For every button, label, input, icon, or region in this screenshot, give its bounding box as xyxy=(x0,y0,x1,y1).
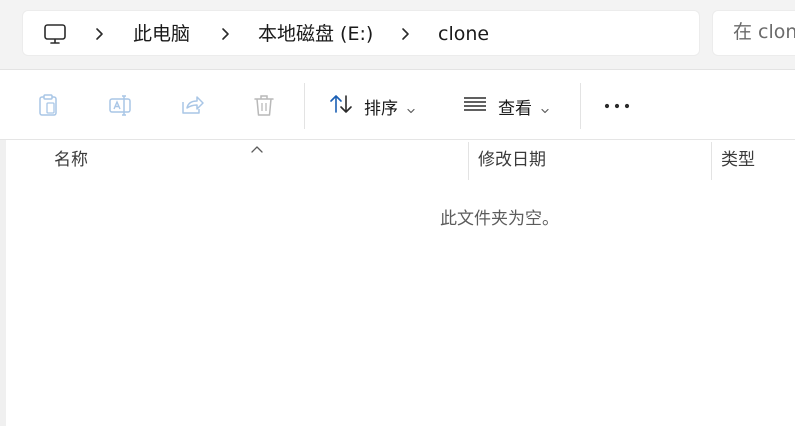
search-box[interactable] xyxy=(712,10,795,56)
sort-icon xyxy=(328,91,354,122)
chevron-right-icon[interactable] xyxy=(93,26,107,42)
delete-icon[interactable] xyxy=(251,92,277,118)
monitor-icon[interactable] xyxy=(42,21,68,47)
view-button[interactable]: 查看 xyxy=(462,84,550,128)
search-input[interactable] xyxy=(733,21,795,43)
command-separator xyxy=(580,83,581,129)
column-header-modified[interactable]: 修改日期 xyxy=(478,140,546,180)
breadcrumb-local-disk[interactable]: 本地磁盘 (E:) xyxy=(258,22,373,46)
breadcrumb-this-pc[interactable]: 此电脑 xyxy=(133,22,190,46)
chevron-right-icon[interactable] xyxy=(399,26,413,42)
command-separator xyxy=(304,83,305,129)
chevron-down-icon xyxy=(540,101,550,114)
command-bar: 排序 查看 xyxy=(0,70,795,140)
empty-folder-message: 此文件夹为空。 xyxy=(440,209,559,229)
column-header-type[interactable]: 类型 xyxy=(721,140,755,180)
sort-button[interactable]: 排序 xyxy=(328,84,416,128)
paste-icon[interactable] xyxy=(35,92,61,118)
column-separator[interactable] xyxy=(711,142,712,180)
view-list-icon xyxy=(462,91,488,122)
column-separator[interactable] xyxy=(468,142,469,180)
more-dots-icon[interactable] xyxy=(600,94,634,118)
file-list: 名称 修改日期 类型 此文件夹为空。 xyxy=(0,140,795,426)
share-icon[interactable] xyxy=(179,92,205,118)
view-label: 查看 xyxy=(498,98,532,119)
rename-icon[interactable] xyxy=(107,92,133,118)
chevron-down-icon xyxy=(406,101,416,114)
sort-ascending-icon xyxy=(250,140,264,153)
address-region: 此电脑 本地磁盘 (E:) clone xyxy=(0,0,795,70)
chevron-right-icon[interactable] xyxy=(219,26,233,42)
column-header-name[interactable]: 名称 xyxy=(54,140,88,180)
file-explorer-window: 此电脑 本地磁盘 (E:) clone 在 clone 中搜索 排序 查看 名称… xyxy=(0,0,795,426)
sort-label: 排序 xyxy=(364,98,398,119)
breadcrumb-clone[interactable]: clone xyxy=(438,22,489,46)
left-pane-edge xyxy=(0,140,6,426)
address-bar[interactable]: 此电脑 本地磁盘 (E:) clone xyxy=(22,10,700,56)
